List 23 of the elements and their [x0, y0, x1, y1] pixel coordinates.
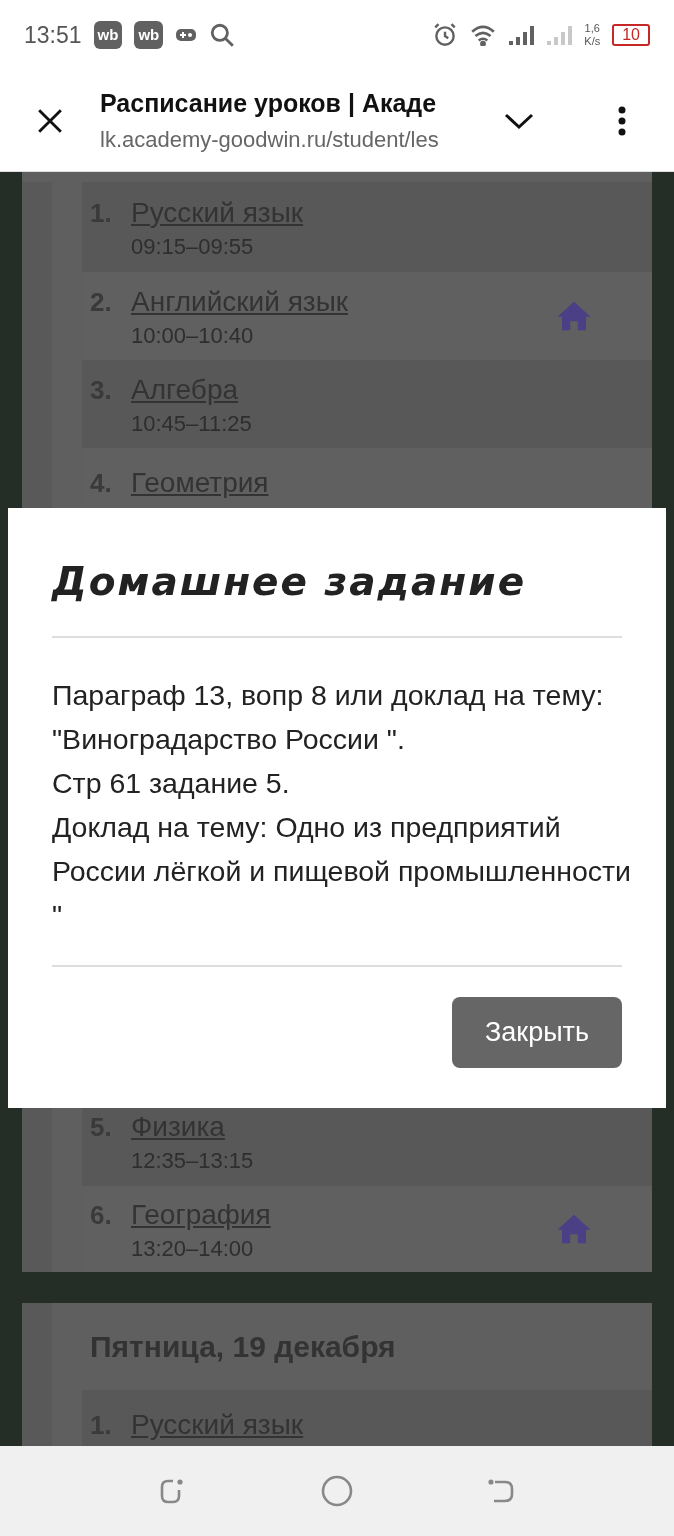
battery-level: 10	[612, 24, 650, 46]
network-speed: 1,6	[584, 22, 600, 35]
page-url: lk.academy-goodwin.ru/student/les	[100, 125, 440, 154]
more-icon[interactable]	[618, 105, 626, 136]
network-speed: K/s	[584, 35, 601, 48]
signal-icon	[546, 24, 573, 46]
wifi-icon	[470, 24, 497, 46]
page-title: Расписание уроков | Акаде	[100, 88, 438, 120]
close-icon[interactable]	[37, 107, 63, 134]
app-badge: wb	[134, 21, 164, 49]
clock: 13:51	[24, 20, 82, 50]
chevron-down-icon[interactable]	[504, 111, 534, 130]
alarm-icon	[432, 22, 459, 48]
app-badge: wb	[93, 21, 123, 49]
signal-icon	[508, 24, 535, 46]
home-button-icon[interactable]	[321, 1475, 353, 1507]
homework-text: Параграф 13, вопр 8 или доклад на тему: "Виноградарство России ".	[52, 677, 605, 757]
homework-text: Стр 61 задание 5.	[52, 765, 291, 801]
search-icon	[209, 22, 236, 48]
dialog-title: Домашнее задание	[52, 558, 528, 606]
close-button[interactable]: Закрыть	[452, 996, 622, 1068]
homework-text: Доклад на тему: Одно из предприятий России лёгкой и пищевой промышленности "	[52, 809, 632, 933]
gamepad-icon	[175, 27, 198, 43]
